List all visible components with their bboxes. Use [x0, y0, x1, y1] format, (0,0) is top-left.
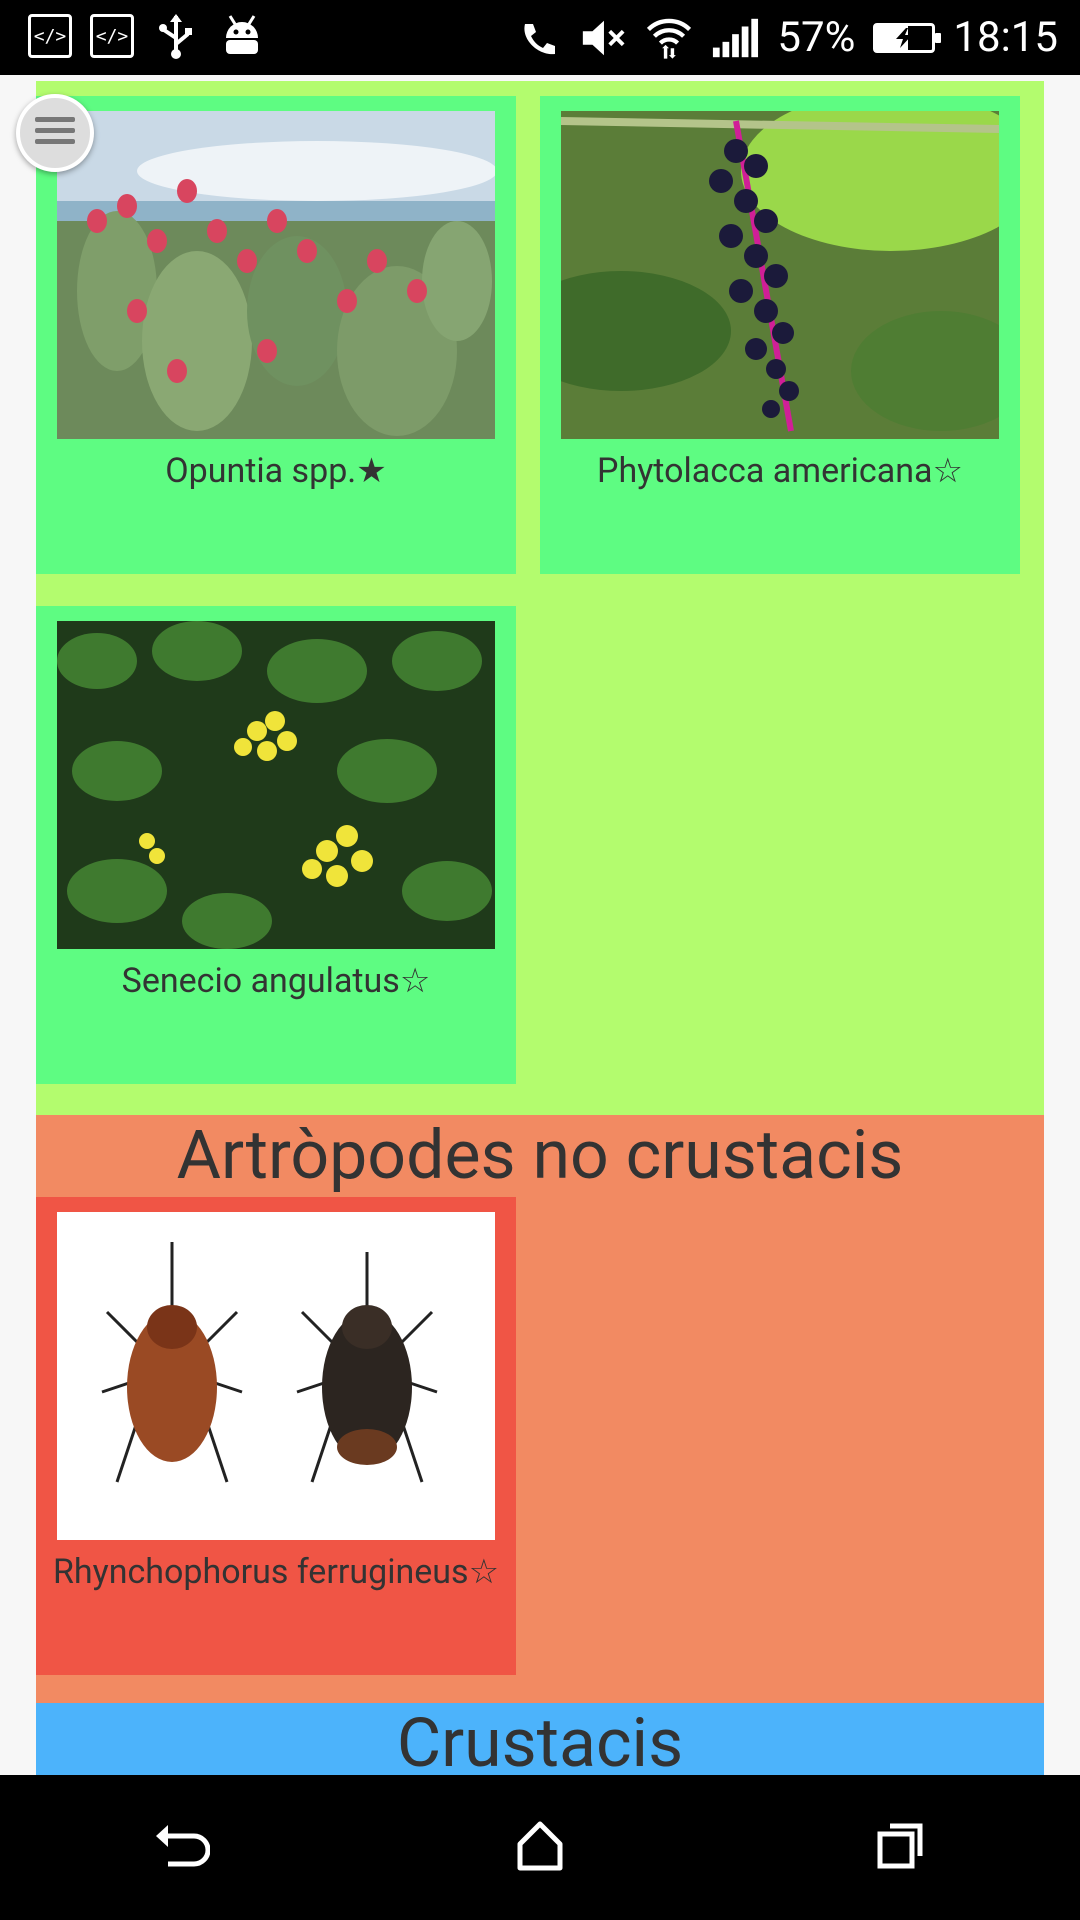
signal-icon [711, 14, 759, 62]
section-title: Artròpodes no crustacis [176, 1115, 904, 1195]
favorite-star-icon[interactable]: ★ [356, 451, 386, 491]
species-card-phytolacca[interactable]: Phytolacca americana☆ [540, 96, 1020, 574]
navigation-bar [0, 1775, 1080, 1920]
species-card-rhynchophorus[interactable]: Rhynchophorus ferrugineus☆ [36, 1197, 516, 1675]
opuntia-photo [57, 111, 495, 439]
code-icon: </> [28, 14, 72, 58]
favorite-star-icon[interactable]: ☆ [400, 961, 430, 1001]
species-name: Opuntia spp.★ [165, 451, 387, 491]
species-card-opuntia[interactable]: Opuntia spp.★ [36, 96, 516, 574]
favorite-star-icon[interactable]: ☆ [469, 1552, 499, 1592]
recents-icon[interactable] [870, 1816, 930, 1880]
usb-icon [152, 12, 200, 60]
section-plants: Opuntia spp.★ Phytolacca americana☆ Sene… [36, 81, 1044, 1115]
status-bar: </> </> 57% 18:15 [0, 0, 1080, 75]
menu-icon [33, 113, 77, 153]
code-icon: </> [90, 14, 134, 58]
wifi-icon [645, 14, 693, 62]
species-card-senecio[interactable]: Senecio angulatus☆ [36, 606, 516, 1084]
mute-icon [579, 14, 627, 62]
battery-percent: 57% [777, 13, 856, 62]
species-name: Rhynchophorus ferrugineus☆ [52, 1552, 500, 1592]
rhynchophorus-photo [57, 1212, 495, 1540]
section-arthropods: Artròpodes no crustacis Rhynchophorus fe… [36, 1115, 1044, 1705]
menu-button[interactable] [16, 94, 94, 172]
home-icon[interactable] [510, 1816, 570, 1880]
notification-icons: </> </> [28, 12, 266, 60]
system-icons: 57% 18:15 [513, 0, 1058, 75]
section-crustaceans: Crustacis [36, 1703, 1044, 1775]
section-title: Crustacis [396, 1703, 684, 1775]
senecio-photo [57, 621, 495, 949]
android-icon [218, 12, 266, 60]
favorite-star-icon[interactable]: ☆ [932, 451, 962, 491]
clock: 18:15 [953, 13, 1058, 62]
phytolacca-photo [561, 111, 999, 439]
content-scroll-area[interactable]: Opuntia spp.★ Phytolacca americana☆ Sene… [0, 75, 1080, 1775]
phone-icon [513, 14, 561, 62]
battery-icon [873, 22, 942, 53]
species-name: Phytolacca americana☆ [597, 451, 963, 491]
species-name: Senecio angulatus☆ [121, 961, 431, 1001]
back-icon[interactable] [150, 1816, 211, 1880]
